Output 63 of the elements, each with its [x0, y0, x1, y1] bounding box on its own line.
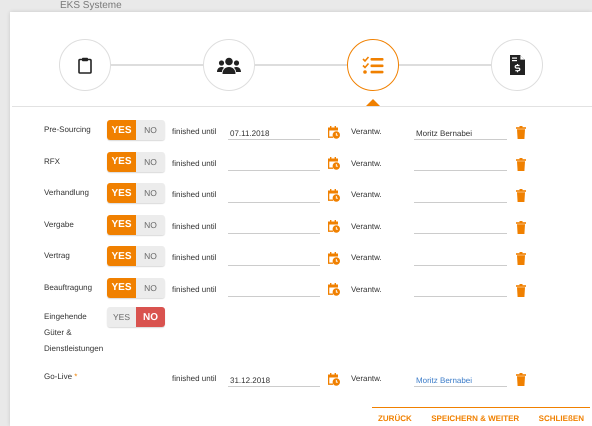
trash-icon[interactable]	[516, 126, 526, 140]
toggle-option[interactable]: YES	[107, 183, 136, 203]
toggle-option[interactable]: YES	[107, 246, 136, 266]
field-label: finished until	[172, 222, 218, 231]
footer-button[interactable]: ZURÜCK	[376, 412, 414, 426]
field-label: finished until	[172, 190, 218, 200]
phase-label: Vertrag	[44, 250, 71, 262]
calendar-clock-icon[interactable]	[328, 372, 340, 386]
field-label: Verantw.	[351, 222, 383, 231]
field-label: finished until	[172, 127, 218, 136]
footer-button[interactable]: SCHLIEßEN	[536, 412, 586, 426]
responsible-field[interactable]: Moritz Bernabei	[414, 370, 507, 387]
field-label: finished until	[172, 253, 218, 262]
phase-label: Vergabe	[44, 218, 75, 231]
toggle-option[interactable]: NO	[136, 307, 165, 327]
field-label: Verantw.	[351, 374, 383, 384]
toggle-option[interactable]: NO	[136, 183, 165, 203]
calendar-clock-icon[interactable]	[328, 157, 340, 170]
phase-label: Beauftragung	[44, 282, 94, 294]
field-label: finished until	[172, 158, 218, 168]
field-label: Verantw.	[351, 253, 383, 262]
clipboard-icon	[78, 56, 92, 74]
toggle-option[interactable]: NO	[136, 278, 165, 298]
calendar-clock-icon[interactable]	[328, 188, 340, 202]
field-label: Verantw.	[351, 127, 383, 136]
date-field[interactable]: 31.12.2018	[228, 370, 320, 387]
field-label: Verantw.	[351, 158, 383, 168]
background-app-title: EKS Systeme	[59, 0, 123, 12]
field-label: finished until	[172, 284, 218, 294]
toggle-option[interactable]: YES	[107, 278, 136, 298]
toggle-option[interactable]: NO	[136, 246, 165, 266]
toggle-option[interactable]: NO	[136, 120, 165, 140]
trash-icon[interactable]	[516, 220, 526, 234]
date-field[interactable]: 07.11.2018	[228, 124, 320, 140]
trash-icon[interactable]	[516, 189, 526, 202]
calendar-clock-icon[interactable]	[328, 220, 340, 234]
calendar-clock-icon[interactable]	[328, 252, 340, 265]
trash-icon[interactable]	[516, 373, 526, 386]
field-label: finished until	[172, 374, 218, 384]
toggle-option[interactable]: YES	[107, 214, 136, 234]
footer-button[interactable]: SPEICHERN & WEITER	[429, 412, 522, 426]
toggle-option[interactable]: NO	[136, 214, 165, 234]
field-label: Verantw.	[351, 284, 383, 294]
checklist-icon	[362, 56, 384, 74]
trash-icon[interactable]	[516, 252, 526, 266]
toggle-option[interactable]: NO	[136, 152, 165, 172]
calendar-clock-icon[interactable]	[328, 126, 340, 139]
users-icon	[217, 56, 241, 74]
invoice-document-icon	[510, 55, 524, 75]
responsible-field[interactable]: Moritz Bernabei	[414, 124, 507, 140]
calendar-clock-icon[interactable]	[328, 283, 340, 296]
toggle-option[interactable]: YES	[107, 120, 136, 140]
required-mark: *	[74, 372, 78, 381]
toggle-option[interactable]: YES	[107, 307, 136, 327]
phase-label: Verhandlung	[44, 187, 90, 199]
field-label: Verantw.	[351, 190, 383, 200]
toggle-option[interactable]: YES	[107, 152, 136, 172]
phase-label: Go-Live	[44, 372, 72, 381]
trash-icon[interactable]	[516, 284, 526, 297]
phase-label: RFX	[44, 156, 61, 168]
trash-icon[interactable]	[516, 158, 526, 171]
phase-label: Eingehende Güter & Dienstleistungen	[44, 311, 104, 355]
phase-label: Pre-Sourcing	[44, 124, 92, 136]
